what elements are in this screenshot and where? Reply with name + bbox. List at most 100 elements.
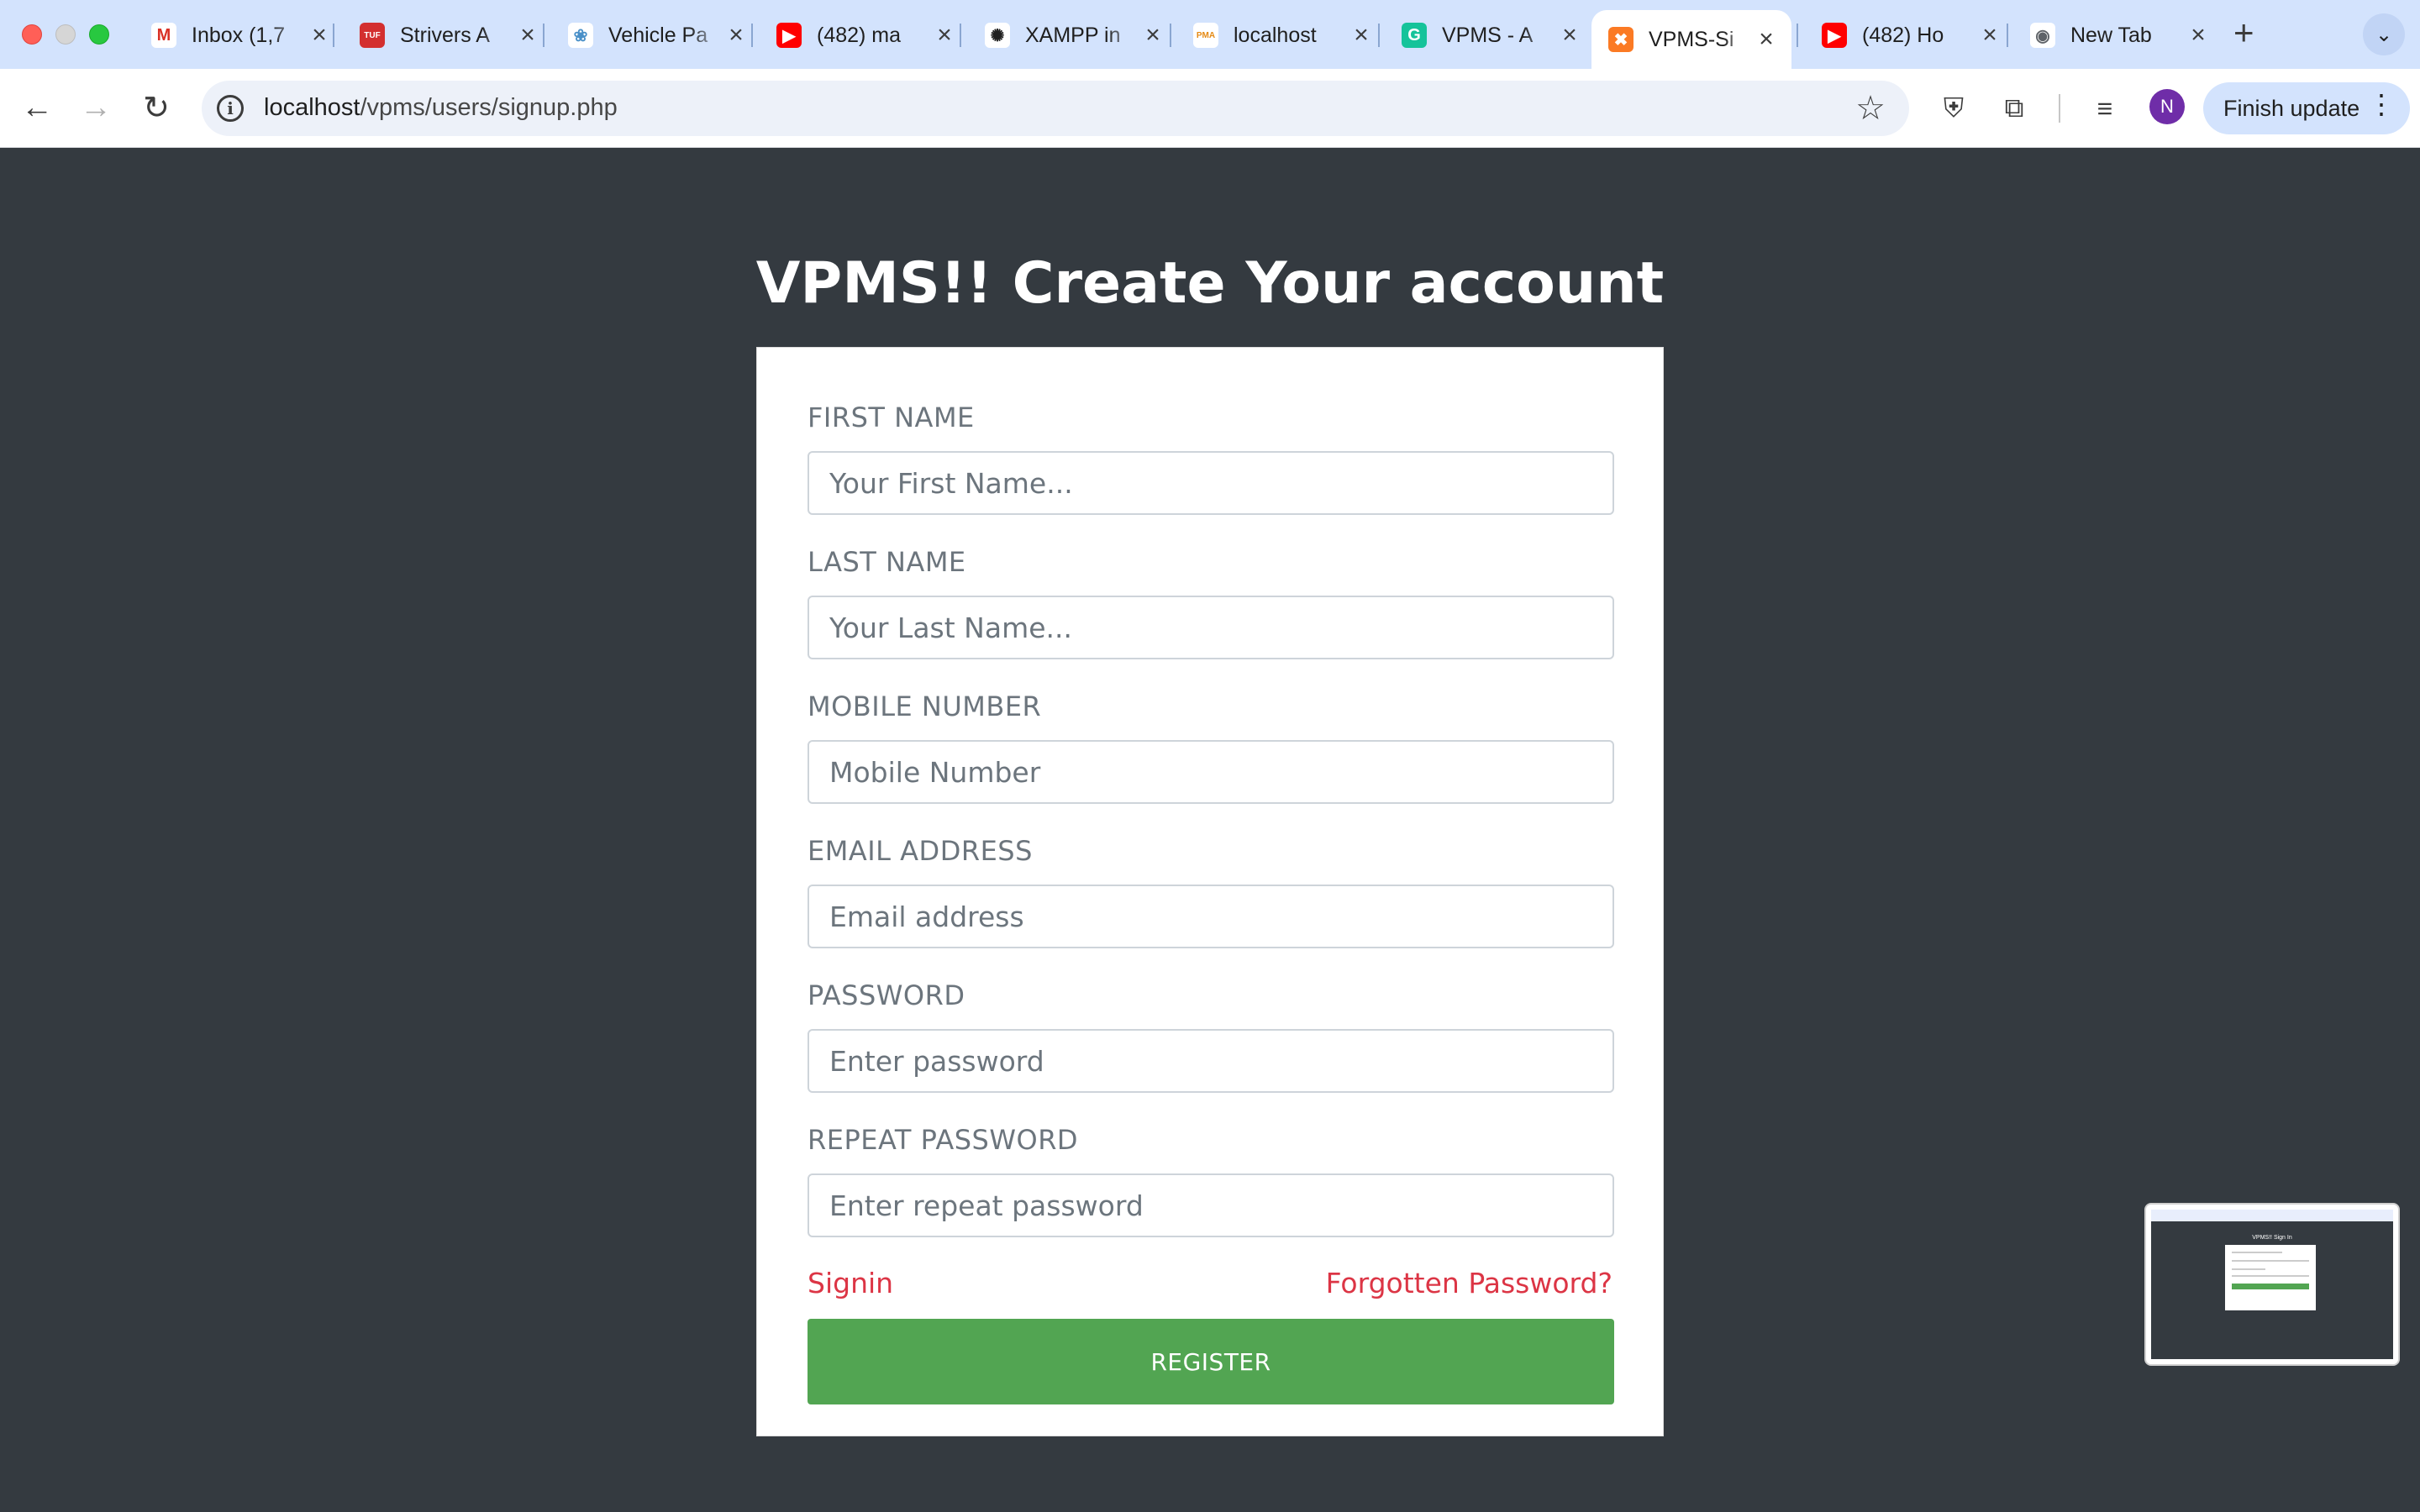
tuf-icon: TUF — [360, 23, 385, 48]
address-url[interactable]: localhost/vpms/users/signup.php — [264, 94, 618, 122]
forgot-password-link[interactable]: Forgotten Password? — [1326, 1267, 1612, 1299]
extensions-puzzle-icon[interactable]: ⧉ — [1995, 89, 2033, 128]
youtube-icon: ▶ — [1822, 23, 1847, 48]
browser-tab[interactable]: TUF Strivers A × — [343, 12, 553, 59]
browser-tab[interactable]: ▶ (482) ma × — [760, 12, 970, 59]
browser-tab-bar: M Inbox (1,7 × TUF Strivers A × ❀ Vehicle Pa × ▶ (… — [0, 0, 2420, 69]
signup-form: FIRST NAME LAST NAME MOBILE NUMBER EMAIL… — [756, 347, 1664, 1436]
bookmark-star-icon[interactable]: ☆ — [1855, 89, 1886, 128]
arrow-right-icon: → — [80, 89, 112, 125]
browser-toolbar: ← → ↻ i localhost/vpms/users/signup.php … — [0, 69, 2420, 148]
arrow-left-icon: ← — [21, 89, 53, 125]
back-button[interactable]: ← — [15, 86, 59, 129]
thumbnail-line — [2232, 1252, 2282, 1253]
last-name-input[interactable] — [808, 596, 1614, 659]
tab-title: (482) ma — [817, 23, 902, 47]
browser-tab[interactable]: M Inbox (1,7 × — [134, 12, 345, 59]
browser-tab[interactable]: ◉ New Tab × — [2013, 12, 2223, 59]
browser-tab[interactable]: PMA localhost × — [1176, 12, 1386, 59]
thumbnail-card — [2225, 1245, 2316, 1310]
tab-separator — [333, 24, 334, 47]
tab-title: Vehicle Pa — [608, 23, 708, 47]
thumbnail-line — [2232, 1268, 2265, 1270]
url-host: localhost — [264, 94, 360, 121]
browser-tab[interactable]: ✖ VPMS-Si × — [1591, 10, 1791, 69]
page-title: VPMS!! Create Your account — [755, 250, 1665, 317]
thumbnail-title: VPMS!! Sign In — [2252, 1235, 2292, 1241]
reload-button[interactable]: ↻ — [134, 86, 178, 129]
toolbar-divider — [2059, 94, 2060, 123]
minimize-window-button[interactable] — [55, 24, 76, 45]
close-tab-icon[interactable]: × — [724, 23, 748, 48]
tab-title: VPMS-Si — [1649, 27, 1734, 51]
grammarly-icon: G — [1402, 23, 1427, 48]
last-name-label: LAST NAME — [808, 546, 966, 578]
browser-tab[interactable]: G VPMS - A × — [1385, 12, 1595, 59]
tab-separator — [543, 24, 544, 47]
tab-title: (482) Ho — [1862, 23, 1944, 47]
tab-title: Inbox (1,7 — [192, 23, 286, 47]
close-tab-icon[interactable]: × — [1349, 23, 1373, 48]
thumbnail-tab-strip — [2151, 1210, 2393, 1221]
maximize-window-button[interactable] — [89, 24, 109, 45]
tab-title: Strivers A — [400, 23, 490, 47]
thumbnail-line — [2232, 1260, 2309, 1262]
close-tab-icon[interactable]: × — [1754, 27, 1778, 52]
browser-tab[interactable]: ▶ (482) Ho × — [1805, 12, 2015, 59]
first-name-input[interactable] — [808, 451, 1614, 515]
close-tab-icon[interactable]: × — [1141, 23, 1165, 48]
password-label: PASSWORD — [808, 979, 965, 1011]
reload-icon: ↻ — [143, 90, 170, 126]
password-input[interactable] — [808, 1029, 1614, 1093]
gmail-icon: M — [151, 23, 176, 48]
finish-update-button[interactable]: Finish update ⋮ — [2203, 82, 2410, 134]
chrome-icon: ◉ — [2030, 23, 2055, 48]
media-control-icon[interactable]: ≡ — [2086, 89, 2124, 128]
tab-separator — [751, 24, 753, 47]
browser-tab[interactable]: ✺ XAMPP in × — [968, 12, 1178, 59]
youtube-icon: ▶ — [776, 23, 802, 48]
thumbnail-button — [2232, 1284, 2309, 1289]
phpmyadmin-icon: PMA — [1193, 23, 1218, 48]
vehicle-icon: ❀ — [568, 23, 593, 48]
chevron-down-icon: ⌄ — [2375, 23, 2393, 46]
shield-extension-icon[interactable]: ⛨ — [1934, 89, 1973, 128]
tab-separator — [1170, 24, 1171, 47]
tab-title: VPMS - A — [1442, 23, 1534, 47]
chatgpt-icon: ✺ — [985, 23, 1010, 48]
new-tab-button[interactable]: + — [2233, 15, 2254, 50]
browser-tab[interactable]: ❀ Vehicle Pa × — [551, 12, 761, 59]
profile-avatar[interactable]: N — [2149, 89, 2185, 124]
finish-update-label: Finish update — [2223, 95, 2360, 121]
close-tab-icon[interactable]: × — [308, 23, 331, 48]
signin-link[interactable]: Signin — [808, 1267, 893, 1299]
mobile-number-input[interactable] — [808, 740, 1614, 804]
tab-separator — [960, 24, 961, 47]
tab-title: XAMPP in — [1025, 23, 1121, 47]
xampp-icon: ✖ — [1608, 27, 1634, 52]
more-vertical-icon[interactable]: ⋮ — [2368, 91, 2395, 118]
close-tab-icon[interactable]: × — [2186, 23, 2210, 48]
repeat-password-label: REPEAT PASSWORD — [808, 1124, 1079, 1156]
close-tab-icon[interactable]: × — [516, 23, 539, 48]
address-bar[interactable]: i localhost/vpms/users/signup.php ☆ — [202, 81, 1909, 136]
close-tab-icon[interactable]: × — [933, 23, 956, 48]
mobile-number-label: MOBILE NUMBER — [808, 690, 1042, 722]
email-address-input[interactable] — [808, 885, 1614, 948]
tab-search-button[interactable]: ⌄ — [2363, 13, 2405, 55]
close-tab-icon[interactable]: × — [1978, 23, 2002, 48]
repeat-password-input[interactable] — [808, 1173, 1614, 1237]
first-name-label: FIRST NAME — [808, 402, 975, 433]
tab-title: New Tab — [2070, 23, 2152, 47]
forward-button[interactable]: → — [74, 86, 118, 129]
tab-title: localhost — [1234, 23, 1317, 47]
site-info-icon[interactable]: i — [217, 95, 244, 122]
close-window-button[interactable] — [22, 24, 42, 45]
tab-separator — [1797, 24, 1798, 47]
page-preview-thumbnail[interactable]: VPMS!! Sign In — [2144, 1203, 2400, 1366]
email-address-label: EMAIL ADDRESS — [808, 835, 1033, 867]
register-button[interactable]: REGISTER — [808, 1319, 1614, 1404]
url-path: /vpms/users/signup.php — [360, 94, 618, 121]
close-tab-icon[interactable]: × — [1558, 23, 1581, 48]
tab-separator — [1378, 24, 1380, 47]
